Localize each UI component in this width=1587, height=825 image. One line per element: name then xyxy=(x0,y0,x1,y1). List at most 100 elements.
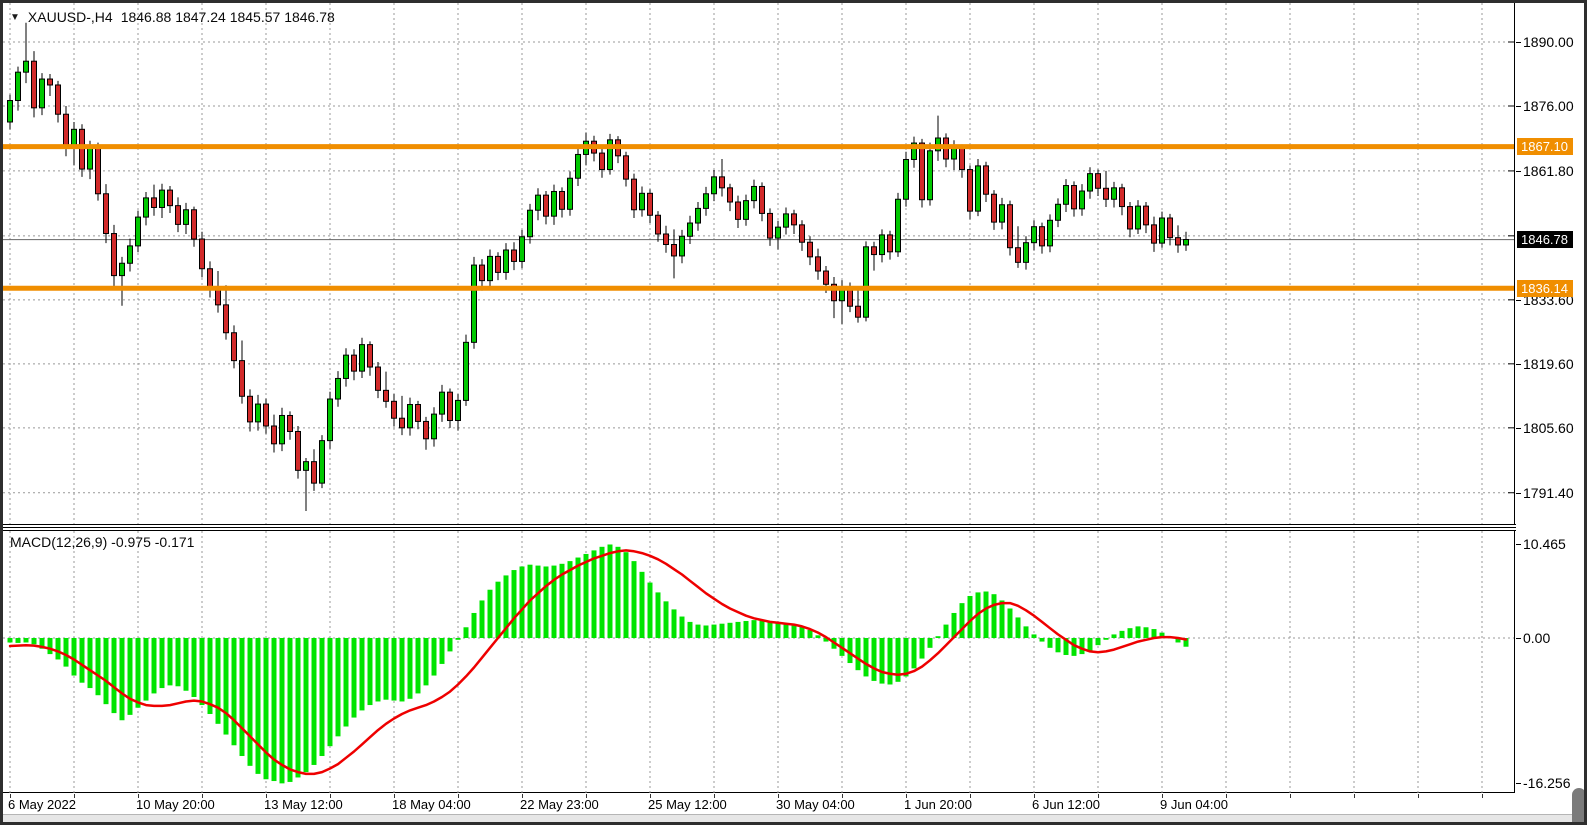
bull-candle xyxy=(344,355,349,378)
macd-bar xyxy=(304,638,309,772)
down-triangle-icon[interactable]: ▼ xyxy=(10,12,20,23)
macd-bar xyxy=(1096,638,1101,645)
macd-bar xyxy=(24,638,29,642)
macd-bar xyxy=(928,638,933,648)
macd-bar xyxy=(64,638,69,667)
bear-candle xyxy=(648,193,653,215)
axis-tick-mark xyxy=(1516,493,1521,494)
macd-bar xyxy=(712,625,717,638)
macd-bar xyxy=(496,582,501,638)
macd-bar xyxy=(120,638,125,720)
macd-bar xyxy=(456,638,461,640)
macd-bar xyxy=(744,621,749,638)
bear-candle xyxy=(216,289,221,305)
bear-candle xyxy=(448,392,453,420)
macd-bar xyxy=(768,622,773,638)
bull-candle xyxy=(304,462,309,471)
bear-candle xyxy=(664,234,669,245)
bear-candle xyxy=(672,245,677,256)
bull-candle xyxy=(680,236,685,256)
bull-candle xyxy=(16,72,21,100)
macd-bar xyxy=(144,638,149,701)
macd-bar xyxy=(752,620,757,638)
bull-candle xyxy=(568,178,573,209)
price-axis-label: 1890.00 xyxy=(1523,34,1574,51)
scrollbar-thumb[interactable] xyxy=(1572,788,1586,825)
price-axis[interactable]: 1890.001876.001861.801833.601819.601805.… xyxy=(1516,3,1584,814)
price-axis-label: 1876.00 xyxy=(1523,98,1574,115)
bull-candle xyxy=(456,400,461,420)
bull-candle xyxy=(408,405,413,428)
bull-candle xyxy=(704,194,709,209)
macd-bar xyxy=(360,638,365,710)
macd-bar xyxy=(520,566,525,638)
bull-candle xyxy=(744,201,749,220)
bear-candle xyxy=(80,129,85,169)
macd-bar xyxy=(904,638,909,676)
macd-bar xyxy=(288,638,293,782)
macd-bar xyxy=(200,638,205,705)
macd-bar xyxy=(1024,626,1029,638)
bear-candle xyxy=(560,191,565,209)
bear-candle xyxy=(792,214,797,225)
bear-candle xyxy=(632,179,637,210)
bear-candle xyxy=(376,367,381,390)
macd-bar xyxy=(352,638,357,718)
bottom-strip xyxy=(3,814,1584,822)
bull-candle xyxy=(144,198,149,217)
axis-tick-mark xyxy=(1516,42,1521,43)
macd-bar xyxy=(416,638,421,693)
macd-bar xyxy=(1008,608,1013,638)
macd-bar xyxy=(160,638,165,688)
bear-candle xyxy=(264,404,269,426)
price-chart-panel[interactable] xyxy=(3,3,1515,524)
bear-candle xyxy=(656,215,661,234)
bear-candle xyxy=(968,170,973,212)
macd-bar xyxy=(536,566,541,638)
bear-candle xyxy=(1128,207,1133,229)
candlestick-series xyxy=(8,23,1189,511)
macd-bar xyxy=(432,638,437,676)
bear-candle xyxy=(1104,188,1109,199)
ohlc-values-label: 1846.88 1847.24 1845.57 1846.78 xyxy=(121,9,335,25)
bull-candle xyxy=(256,404,261,422)
panel-splitter[interactable] xyxy=(3,524,1516,531)
bear-candle xyxy=(1040,227,1045,246)
macd-bar xyxy=(592,550,597,638)
macd-bar xyxy=(192,638,197,697)
macd-bar xyxy=(224,638,229,735)
macd-bar xyxy=(760,621,765,638)
macd-bar xyxy=(608,544,613,638)
bear-candle xyxy=(176,206,181,225)
time-axis-label: 18 May 04:00 xyxy=(392,797,471,812)
macd-bar xyxy=(960,603,965,638)
bear-candle xyxy=(416,405,421,422)
macd-bar xyxy=(232,638,237,745)
macd-bar xyxy=(880,638,885,684)
macd-bar xyxy=(624,552,629,638)
bear-candle xyxy=(96,147,101,194)
time-axis-label: 6 May 2022 xyxy=(8,797,76,812)
price-chart-canvas[interactable] xyxy=(3,3,1515,524)
bull-candle xyxy=(464,342,469,400)
macd-bar xyxy=(464,627,469,638)
time-axis[interactable]: 6 May 202210 May 20:0013 May 12:0018 May… xyxy=(3,794,1516,814)
macd-bar xyxy=(344,638,349,727)
bear-candle xyxy=(920,143,925,200)
bull-candle xyxy=(1112,188,1117,199)
bear-candle xyxy=(48,79,53,85)
macd-indicator-panel[interactable] xyxy=(3,531,1515,793)
macd-bar xyxy=(384,638,389,700)
chart-symbol-info: ▼ XAUUSD-,H4 1846.88 1847.24 1845.57 184… xyxy=(10,9,335,25)
bear-candle xyxy=(992,194,997,222)
macd-bar xyxy=(88,638,93,688)
bear-candle xyxy=(424,421,429,438)
bear-candle xyxy=(720,177,725,188)
macd-canvas[interactable] xyxy=(3,531,1515,793)
macd-bar xyxy=(96,638,101,695)
macd-bar xyxy=(864,638,869,676)
bear-candle xyxy=(624,156,629,179)
time-axis-label: 22 May 23:00 xyxy=(520,797,599,812)
bear-candle xyxy=(32,61,37,108)
macd-bar xyxy=(216,638,221,724)
